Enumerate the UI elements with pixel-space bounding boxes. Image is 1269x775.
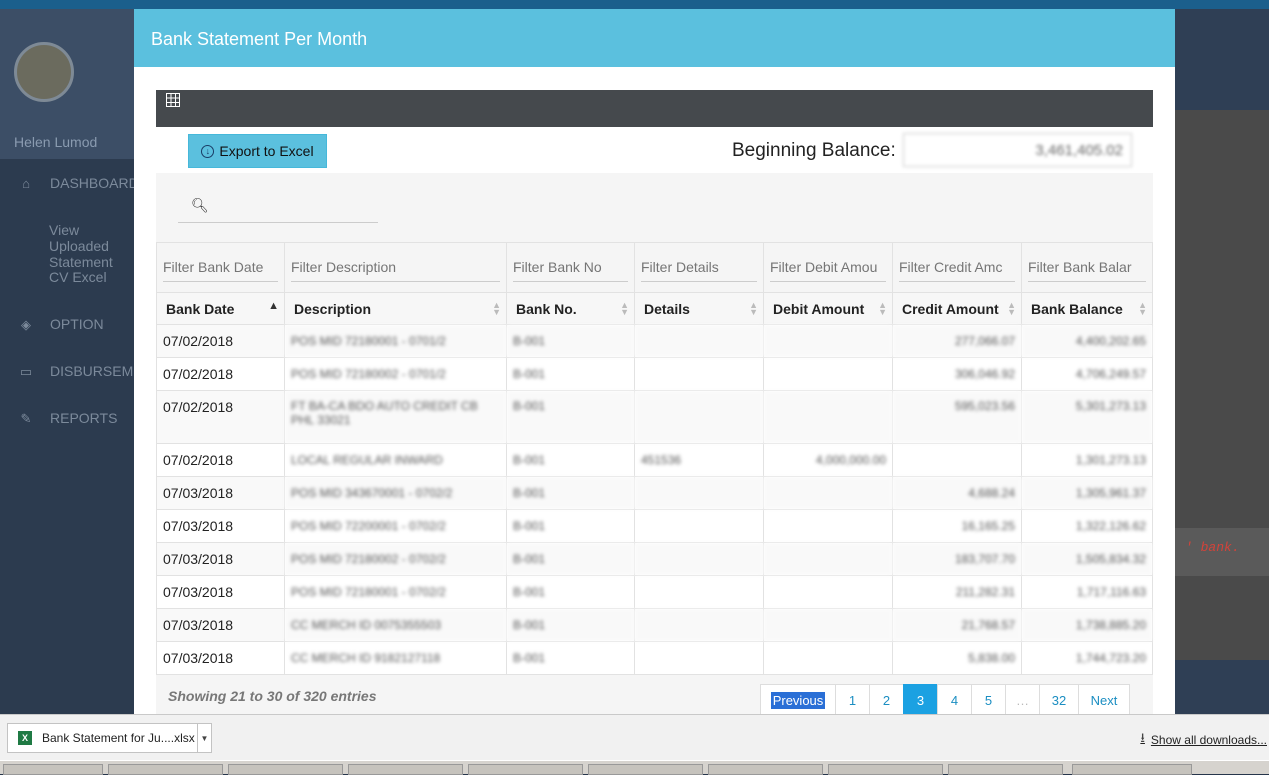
- search-box: 🔍︎: [178, 189, 378, 223]
- page-5-button[interactable]: 5: [971, 684, 1006, 716]
- grid-footer: Showing 21 to 30 of 320 entries Previous…: [156, 675, 1153, 716]
- edit-icon: ✎: [20, 411, 32, 426]
- nav-reports[interactable]: ✎ REPORTS: [0, 410, 118, 426]
- taskbar-item[interactable]: [108, 764, 223, 775]
- home-icon: ⌂: [22, 176, 30, 191]
- nav-cv-excel[interactable]: CV Excel: [49, 269, 107, 285]
- taskbar-item[interactable]: [708, 764, 823, 775]
- table-row[interactable]: 07/02/2018 POS MID 72180001 - 0701/2 B-0…: [156, 324, 1153, 358]
- filter-credit-amount[interactable]: [899, 253, 1015, 282]
- excel-file-icon: X: [18, 731, 32, 745]
- filter-debit-amount[interactable]: [770, 253, 886, 282]
- header-bank-no[interactable]: Bank No. ▲ ▼: [506, 292, 635, 325]
- background-right-panel: [1175, 110, 1269, 660]
- table-row[interactable]: 07/03/2018 POS MID 72180001 - 0702/2 B-0…: [156, 575, 1153, 609]
- bank-statement-table: Bank Date▲ Description▲▼ Bank No.▲▼ Deta…: [156, 242, 1153, 675]
- previous-page-button[interactable]: Previous: [760, 684, 836, 716]
- page-3-button[interactable]: 3: [903, 684, 938, 716]
- filter-bank-date[interactable]: [163, 253, 278, 282]
- grid-top-bar: ↓ Export to Excel Beginning Balance: 3,4…: [156, 127, 1153, 173]
- nav-view-uploaded-statement[interactable]: View Uploaded Statement: [49, 222, 133, 270]
- page-1-button[interactable]: 1: [835, 684, 870, 716]
- download-item[interactable]: X Bank Statement for Ju....xlsx ▼: [7, 723, 212, 753]
- taskbar-item[interactable]: [1072, 764, 1192, 775]
- taskbar-item[interactable]: [348, 764, 463, 775]
- sort-icon: ▲ ▼: [878, 300, 887, 317]
- filter-details[interactable]: [641, 253, 757, 282]
- background-topbar: [0, 0, 1269, 9]
- data-grid: ↓ Export to Excel Beginning Balance: 3,4…: [156, 90, 1153, 716]
- taskbar-item[interactable]: [3, 764, 103, 775]
- page-2-button[interactable]: 2: [869, 684, 904, 716]
- table-row[interactable]: 07/03/2018 POS MID 72180002 - 0702/2 B-0…: [156, 542, 1153, 576]
- taskbar-item[interactable]: [828, 764, 943, 775]
- nav-disbursement[interactable]: ▭ DISBURSEME: [0, 363, 143, 379]
- download-bar: X Bank Statement for Ju....xlsx ▼ ⭳ Show…: [0, 714, 1269, 760]
- sort-icon: ▲ ▼: [749, 300, 758, 317]
- filter-description[interactable]: [291, 253, 500, 282]
- header-description[interactable]: Description ▲ ▼: [284, 292, 507, 325]
- next-page-button[interactable]: Next: [1078, 684, 1130, 716]
- background-code: ' bank.: [1175, 528, 1269, 576]
- sort-icon: ▲ ▼: [1007, 300, 1016, 317]
- sort-icon: ▲ ▼: [1138, 300, 1147, 317]
- grid-icon[interactable]: [166, 93, 180, 107]
- table-row[interactable]: 07/03/2018 CC MERCH ID 9182127118 B-001 …: [156, 641, 1153, 675]
- header-bank-balance[interactable]: Bank Balance ▲ ▼: [1021, 292, 1153, 325]
- username: Helen Lumod: [14, 134, 98, 150]
- modal-title: Bank Statement Per Month: [134, 9, 1175, 67]
- cube-icon: ◈: [21, 317, 31, 332]
- taskbar-item[interactable]: [228, 764, 343, 775]
- table-row[interactable]: 07/02/2018 FT BA-CA BDO AUTO CREDIT CB P…: [156, 390, 1153, 444]
- header-details[interactable]: Details ▲ ▼: [634, 292, 764, 325]
- grid-toolbar: [156, 90, 1153, 127]
- header-row: Bank Date ▲ Description ▲ ▼ Bank No. ▲ ▼ Deta…: [156, 292, 1153, 325]
- taskbar-item[interactable]: [468, 764, 583, 775]
- download-icon: ⭳: [1140, 730, 1145, 745]
- table-row[interactable]: 07/03/2018 CC MERCH ID 0075355503 B-001 …: [156, 608, 1153, 642]
- pagination: Previous 1 2 3 4 5 … 32 Next: [760, 684, 1130, 716]
- nav-dashboard[interactable]: ⌂ DASHBOARD: [0, 175, 139, 191]
- beginning-balance-label: Beginning Balance:: [732, 140, 896, 161]
- inbox-icon: ▭: [19, 364, 33, 379]
- export-to-excel-button[interactable]: ↓ Export to Excel: [188, 134, 327, 168]
- bank-statement-modal: Bank Statement Per Month ↓ Export to Exc…: [134, 9, 1175, 716]
- sort-icon: ▲ ▼: [492, 300, 501, 317]
- search-row: 🔍︎: [156, 173, 1153, 242]
- taskbar: [0, 760, 1269, 775]
- filter-row: [156, 242, 1153, 293]
- sort-asc-icon: ▲: [268, 300, 279, 312]
- filter-bank-no[interactable]: [513, 253, 628, 282]
- taskbar-item[interactable]: [948, 764, 1063, 775]
- table-row[interactable]: 07/03/2018 POS MID 343670001 - 0702/2 B-…: [156, 476, 1153, 510]
- entries-info: Showing 21 to 30 of 320 entries: [168, 688, 377, 704]
- page-ellipsis: …: [1005, 684, 1040, 716]
- page-4-button[interactable]: 4: [937, 684, 972, 716]
- search-icon: 🔍︎: [191, 197, 209, 213]
- sort-icon: ▲ ▼: [620, 300, 629, 317]
- header-bank-date[interactable]: Bank Date ▲: [156, 292, 285, 325]
- taskbar-item[interactable]: [588, 764, 703, 775]
- download-circle-icon: ↓: [201, 144, 215, 158]
- beginning-balance-field[interactable]: 3,461,405.02: [903, 133, 1132, 167]
- search-input[interactable]: [216, 197, 377, 214]
- page-32-button[interactable]: 32: [1039, 684, 1079, 716]
- nav-option[interactable]: ◈ OPTION: [0, 316, 104, 332]
- download-menu-arrow[interactable]: ▼: [197, 724, 211, 752]
- table-row[interactable]: 07/03/2018 POS MID 72200001 - 0702/2 B-0…: [156, 509, 1153, 543]
- table-row[interactable]: 07/02/2018 POS MID 72180002 - 0701/2 B-0…: [156, 357, 1153, 391]
- table-row[interactable]: 07/02/2018 LOCAL REGULAR INWARD B-001 45…: [156, 443, 1153, 477]
- show-all-downloads-link[interactable]: ⭳ Show all downloads...: [1140, 729, 1267, 751]
- avatar: [14, 42, 74, 102]
- header-credit-amount[interactable]: Credit Amount ▲ ▼: [892, 292, 1022, 325]
- filter-bank-balance[interactable]: [1028, 253, 1146, 282]
- header-debit-amount[interactable]: Debit Amount ▲ ▼: [763, 292, 893, 325]
